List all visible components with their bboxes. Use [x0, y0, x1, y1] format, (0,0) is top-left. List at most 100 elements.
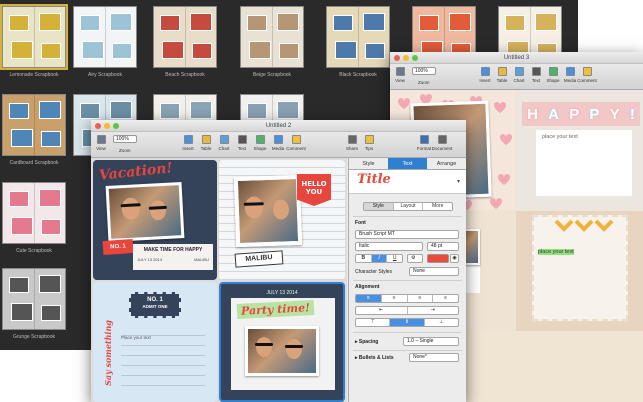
hello-tag[interactable]: HELLO YOU [297, 174, 331, 206]
party-title[interactable]: Party time! [236, 299, 315, 320]
face [121, 197, 141, 221]
underline-button[interactable]: U [387, 255, 402, 262]
lined-area[interactable]: Place your text [121, 326, 205, 392]
template-label: Lemonade Scrapbook [9, 72, 59, 78]
number-badge[interactable]: NO. 1 [102, 238, 134, 256]
vacation-photo[interactable] [105, 182, 185, 242]
align-justify-icon[interactable]: ≡ [433, 295, 458, 302]
italic-button[interactable]: I [371, 255, 388, 262]
minimize-button[interactable] [403, 55, 409, 61]
font-family-select[interactable]: Brush Script MT [355, 230, 459, 239]
align-right-icon[interactable]: ≡ [408, 295, 434, 302]
template-photo-placeholder [112, 43, 132, 59]
template-thumbnail[interactable] [240, 6, 304, 68]
close-button[interactable] [394, 55, 400, 61]
toolbar-insert-button[interactable]: Insert [476, 67, 494, 83]
color-wheel-icon[interactable]: ◉ [450, 254, 459, 263]
align-top-icon[interactable]: ⊤ [356, 319, 391, 326]
admit-ticket[interactable]: NO. 1 ADMIT ONE [129, 292, 181, 318]
template-photo-placeholder [80, 15, 100, 31]
subtab-layout[interactable]: Layout [394, 203, 424, 210]
heart-icon [500, 134, 512, 145]
template-thumbnail[interactable] [326, 6, 390, 68]
note-frame[interactable]: place your text [532, 215, 628, 321]
table-icon [497, 67, 507, 76]
bullets-label[interactable]: ▸ Bullets & Lists [355, 355, 394, 361]
document-canvas[interactable]: Vacation! NO. 1 MAKE TIME FOR HAPPY JULY… [91, 158, 347, 402]
indent-icon[interactable]: ⇥ [408, 307, 459, 314]
party-card[interactable]: Party time! [231, 298, 335, 390]
zoom-window-button[interactable] [113, 123, 119, 129]
window-controls [95, 123, 119, 129]
font-size-input[interactable]: 48 pt [427, 242, 459, 251]
toolbar-view-button[interactable]: View [92, 135, 110, 151]
toolbar-text-button[interactable]: Text [233, 135, 251, 151]
party-photo[interactable] [245, 326, 319, 376]
paragraph-style-preview[interactable]: Title ▾ [349, 170, 466, 194]
toolbar-table-button[interactable]: Table [197, 135, 215, 151]
toolbar-comment-button[interactable]: Comment [577, 67, 597, 83]
character-styles-select[interactable]: None [409, 267, 459, 276]
note-card[interactable]: place your text [536, 130, 632, 196]
ticket[interactable]: MAKE TIME FOR HAPPY JULY 13 2014 MALIBU [133, 244, 213, 270]
template-thumbnail[interactable] [73, 6, 137, 68]
subtab-style[interactable]: Style [364, 203, 394, 210]
bullets-select[interactable]: None* [409, 353, 459, 362]
toolbar-media-button[interactable]: Media [269, 135, 287, 151]
text-color-well[interactable] [427, 254, 449, 263]
toolbar-format-button[interactable]: Format [415, 135, 433, 151]
malibu-tag[interactable]: MALIBU [234, 250, 284, 268]
font-style-select[interactable]: Italic [355, 242, 423, 251]
align-bottom-icon[interactable]: ⊥ [425, 319, 458, 326]
toolbar-shape-button[interactable]: Shape [251, 135, 269, 151]
toolbar-view-button[interactable]: View [391, 67, 409, 83]
toolbar-share-button[interactable]: Share [343, 135, 361, 151]
happy-letter: A [548, 105, 559, 123]
subtab-more[interactable]: More [423, 203, 452, 210]
zoom-window-button[interactable] [412, 55, 418, 61]
toolbar-label: Chart [513, 78, 525, 83]
template-thumbnail[interactable] [2, 182, 66, 244]
toolbar-text-button[interactable]: Text [527, 67, 545, 83]
hello-photo[interactable] [233, 174, 303, 248]
gear-icon[interactable]: ⚙ [407, 254, 423, 263]
happy-page: H A P P Y! place your text [516, 90, 643, 210]
zoom-select[interactable]: 100% [412, 67, 436, 75]
say-something-text[interactable]: Say something [103, 320, 113, 386]
vacation-title[interactable]: Vacation! [98, 160, 173, 184]
minimize-button[interactable] [104, 123, 110, 129]
close-button[interactable] [95, 123, 101, 129]
align-left-icon[interactable]: ≡ [356, 295, 382, 302]
toolbar-label: Comment [577, 78, 597, 83]
tab-style[interactable]: Style [349, 158, 388, 169]
toolbar-comment-button[interactable]: Comment [286, 135, 306, 151]
toolbar-insert-button[interactable]: Insert [179, 135, 197, 151]
template-photo-placeholder [190, 13, 212, 31]
template-thumbnail[interactable] [0, 4, 68, 70]
template-thumbnail[interactable] [2, 94, 66, 156]
align-middle-icon[interactable]: ⇕ [390, 319, 425, 326]
template-photo-placeholder [333, 15, 353, 31]
toolbar-tips-button[interactable]: Tips [360, 135, 378, 151]
spacing-label[interactable]: ▸ Spacing [355, 339, 378, 345]
comment-icon [582, 67, 592, 76]
template-thumbnail[interactable] [2, 268, 66, 330]
toolbar-document-button[interactable]: Document [432, 135, 452, 151]
template-photo-placeholder [505, 15, 525, 31]
spacing-select[interactable]: 1.0 – Single [403, 337, 459, 346]
align-center-icon[interactable]: ≡ [382, 295, 408, 302]
zoom-select[interactable]: 100% [113, 135, 137, 143]
bold-button[interactable]: B [356, 255, 372, 262]
happy-banner[interactable]: H A P P Y! [522, 102, 640, 126]
outdent-icon[interactable]: ⇤ [356, 307, 408, 314]
toolbar-label: Media [563, 78, 577, 83]
template-photo-placeholder [449, 13, 471, 31]
toolbar-chart-button[interactable]: Chart [510, 67, 528, 83]
template-thumbnail[interactable] [153, 6, 217, 68]
toolbar-table-button[interactable]: Table [493, 67, 511, 83]
tab-arrange[interactable]: Arrange [427, 158, 466, 169]
heart-icon [490, 198, 502, 209]
toolbar-chart-button[interactable]: Chart [215, 135, 233, 151]
tab-text[interactable]: Text [388, 158, 427, 169]
toolbar-shape-button[interactable]: Shape [544, 67, 562, 83]
